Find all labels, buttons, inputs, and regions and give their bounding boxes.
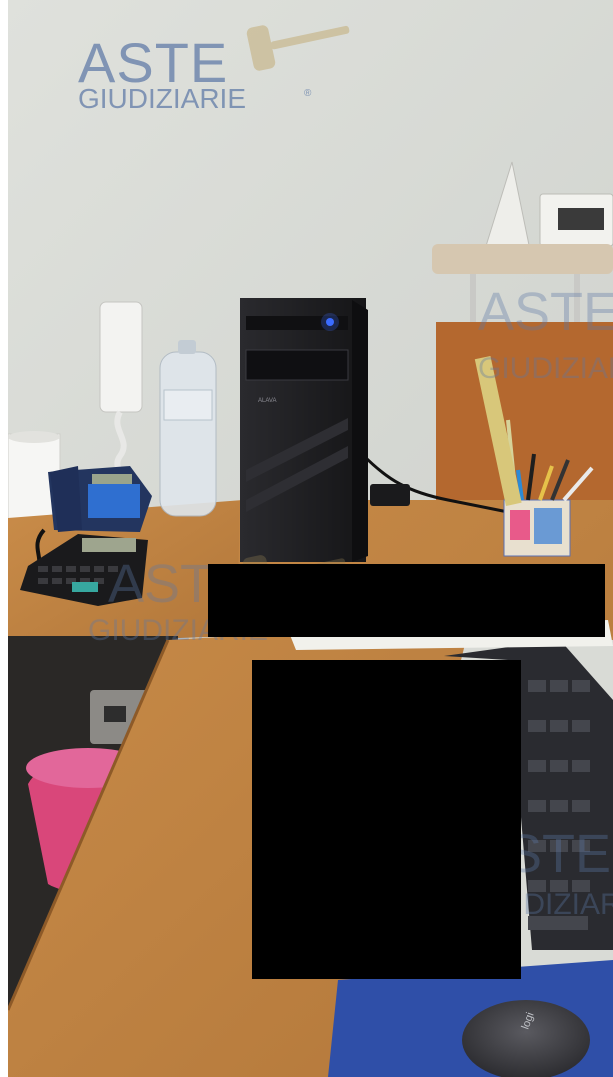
pencil-holder-print (534, 508, 562, 544)
water-bottle-cap (178, 340, 196, 354)
desk-phone-display (92, 474, 132, 484)
wall-shelf (432, 244, 613, 274)
power-socket (104, 706, 126, 722)
redaction-box-lower (252, 660, 521, 979)
watermark-line2: GIUDIZIARIE (78, 83, 246, 114)
paper-roll-top (8, 431, 60, 443)
pc-tower-side (352, 300, 368, 562)
power-led-glow (321, 313, 339, 331)
watermark-line2: GIUDIZIARIE (478, 352, 613, 385)
watermark-registered-mark: ® (304, 88, 312, 99)
shelf-support (470, 274, 476, 324)
wall-switch (558, 208, 604, 230)
intercom-handset (99, 301, 143, 413)
water-bottle-label (163, 389, 213, 421)
watermark-right: ASTE GIUDIZIARIE (478, 282, 613, 385)
desk-phone-keypad (88, 484, 140, 518)
redaction-box-upper (208, 564, 605, 637)
calculator-display (82, 538, 136, 552)
pencil-holder-print (510, 510, 530, 540)
calculator-key-highlight (72, 582, 98, 592)
office-photo: logi ALAVA ASTE GIUDIZIARIE ® ASTE GIUDI… (8, 0, 613, 1077)
pc-brand-logo: ALAVA (258, 398, 276, 404)
watermark-line1: ASTE (478, 282, 613, 342)
optical-drive (245, 349, 349, 381)
power-adapter (370, 484, 410, 506)
water-bottle (159, 351, 217, 517)
